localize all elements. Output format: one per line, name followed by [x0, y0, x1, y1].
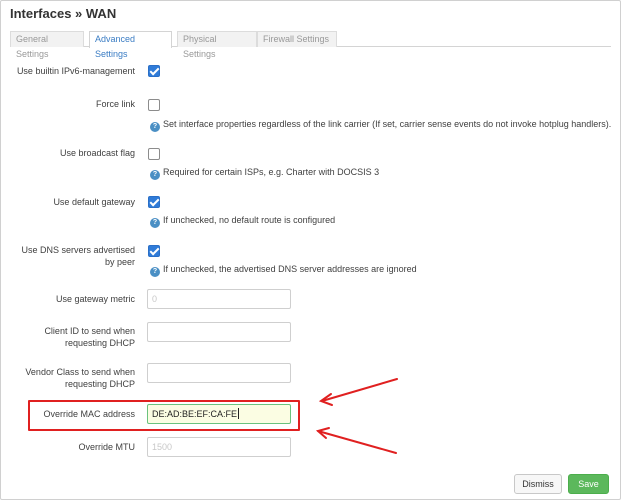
annotation-arrow-upper: [321, 378, 398, 402]
annotation-arrows: [315, 378, 398, 454]
annotation-arrow-lower: [317, 430, 397, 454]
dismiss-button[interactable]: Dismiss: [514, 474, 562, 494]
save-button[interactable]: Save: [568, 474, 609, 494]
